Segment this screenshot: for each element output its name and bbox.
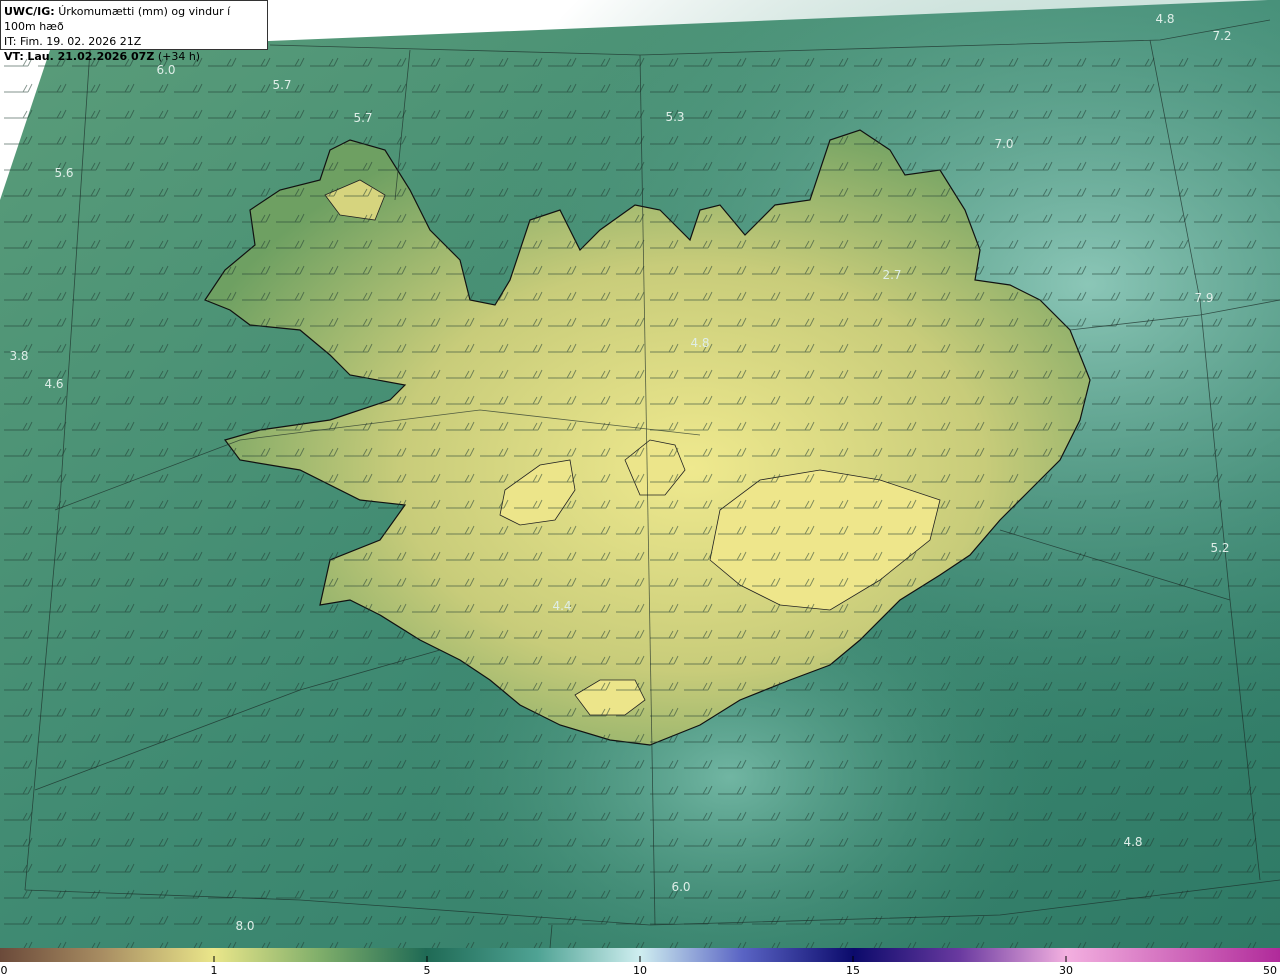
forecast-info-box: UWC/IG: Úrkomumætti (mm) og vindur í 100…	[0, 0, 268, 63]
map-label: 5.2	[1210, 541, 1229, 555]
map-label: 3.8	[9, 349, 28, 363]
colorbar-tick-labels: 0 1 5 10 15 30 50	[0, 962, 1280, 978]
map-label: 5.6	[54, 166, 73, 180]
map-label: 5.7	[272, 78, 291, 92]
precipitation-colorbar	[0, 948, 1280, 962]
colorbar-tick: 50	[1263, 964, 1277, 977]
wind-barbs	[0, 50, 1280, 948]
init-time: IT: Fim. 19. 02. 2026 21Z	[4, 35, 142, 48]
colorbar-tick: 1	[210, 964, 218, 977]
valid-time: VT: Lau. 21.02.2026 07Z (+34 h)	[4, 49, 264, 64]
map-label: 6.0	[671, 880, 690, 894]
weather-map: 4.8 7.2 6.0 5.7 5.7 5.3 7.0 5.6 2.7 7.9 …	[0, 0, 1280, 948]
lead-time: (+34 h)	[157, 50, 201, 63]
map-label: 4.8	[1123, 835, 1142, 849]
colorbar-tick: 10	[633, 964, 647, 977]
map-label: 4.4	[552, 599, 571, 613]
map-label: 4.6	[44, 377, 63, 391]
colorbar-tick: 30	[1059, 964, 1073, 977]
map-label: 6.0	[156, 63, 175, 77]
map-label: 8.0	[235, 919, 254, 933]
map-label: 4.8	[690, 336, 709, 350]
valid-time-date: Lau. 21.02.2026 07Z	[27, 50, 155, 63]
map-label: 4.8	[1155, 12, 1174, 26]
map-label: 5.3	[665, 110, 684, 124]
map-label: 7.0	[994, 137, 1013, 151]
model-name: UWC/IG:	[4, 5, 55, 18]
colorbar-tick: 15	[846, 964, 860, 977]
map-label: 2.7	[882, 268, 901, 282]
map-label: 5.7	[353, 111, 372, 125]
valid-time-prefix: VT:	[4, 50, 24, 63]
map-label: 7.2	[1212, 29, 1231, 43]
colorbar-tick: 0	[0, 964, 8, 977]
title-line: UWC/IG: Úrkomumætti (mm) og vindur í 100…	[4, 4, 264, 34]
colorbar-tick: 5	[423, 964, 431, 977]
map-label: 7.9	[1194, 291, 1213, 305]
